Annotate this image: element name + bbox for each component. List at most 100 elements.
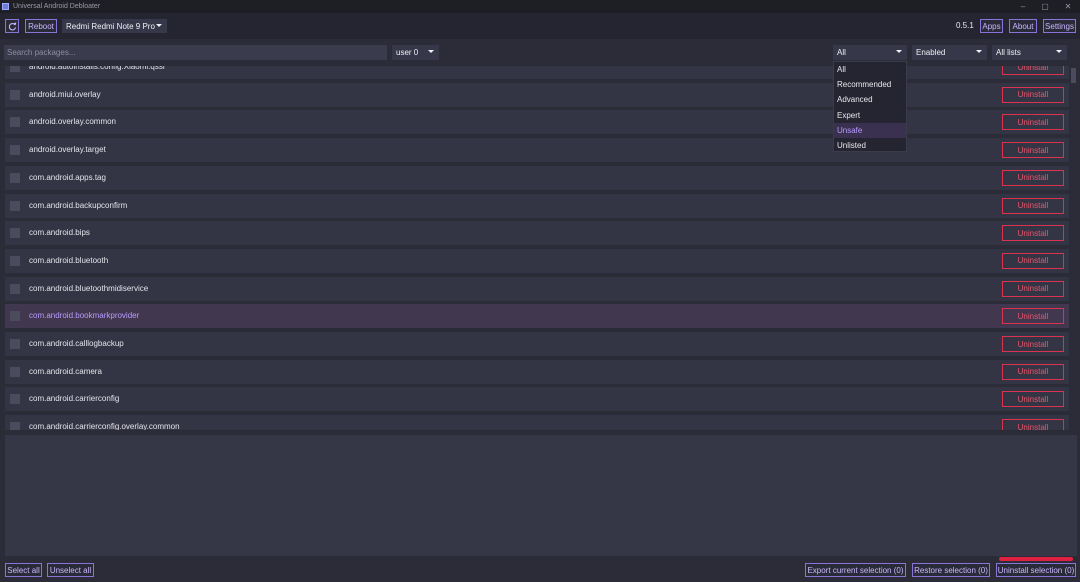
package-checkbox[interactable] — [10, 394, 20, 405]
package-name: com.android.bluetooth — [29, 255, 109, 265]
description-pane — [5, 435, 1077, 556]
package-name: android.overlay.common — [29, 117, 117, 127]
uninstall-button[interactable]: Uninstall — [1002, 66, 1064, 75]
state-select-value: Enabled — [916, 48, 946, 57]
minimize-icon[interactable]: – — [1012, 0, 1034, 13]
uninstall-selection-button[interactable]: Uninstall selection (0) — [996, 563, 1076, 577]
package-row[interactable]: android.overlay.common Uninstall — [5, 110, 1069, 135]
package-row[interactable]: com.android.bluetoothmidiservice Uninstal… — [5, 276, 1069, 301]
package-row[interactable]: com.android.camera Uninstall — [5, 359, 1069, 384]
uninstall-button[interactable]: Uninstall — [1002, 169, 1064, 186]
uninstall-button[interactable]: Uninstall — [1002, 114, 1064, 131]
package-checkbox[interactable] — [10, 228, 20, 239]
uninstall-button[interactable]: Uninstall — [1002, 252, 1064, 269]
dropdown-option-recommended[interactable]: Recommended — [834, 77, 906, 92]
settings-button[interactable]: Settings — [1043, 19, 1076, 33]
list-scrollbar[interactable] — [1071, 68, 1076, 83]
removal-select[interactable]: All — [833, 45, 907, 60]
package-row[interactable]: android.autoinstalls.config.Xiaomi.qssi U… — [5, 66, 1069, 79]
chevron-down-icon — [896, 50, 902, 53]
package-row[interactable]: com.android.backupconfirm Uninstall — [5, 193, 1069, 218]
package-checkbox[interactable] — [10, 339, 20, 349]
dropdown-option-advanced[interactable]: Advanced — [834, 92, 906, 107]
uninstall-button[interactable]: Uninstall — [1002, 336, 1064, 352]
user-select-value: user 0 — [396, 48, 419, 57]
package-list: android.autoinstalls.config.Xiaomi.qssi U… — [0, 66, 1070, 430]
state-select[interactable]: Enabled — [912, 45, 987, 60]
export-selection-button[interactable]: Export current selection (0) — [805, 563, 906, 577]
package-name: com.android.apps.tag — [29, 172, 106, 182]
package-name: com.android.calllogbackup — [29, 339, 124, 348]
list-select-value: All lists — [996, 48, 1021, 57]
package-checkbox[interactable] — [10, 117, 20, 128]
uninstall-button[interactable]: Uninstall — [1002, 280, 1064, 297]
package-checkbox[interactable] — [10, 89, 20, 100]
package-row[interactable]: com.android.bluetooth Uninstall — [5, 248, 1069, 273]
maximize-icon[interactable]: ▢ — [1034, 0, 1056, 13]
version-label: 0.5.1 — [956, 21, 974, 30]
package-row[interactable]: com.android.bookmarkprovider Uninstall — [5, 304, 1069, 329]
package-name: com.android.bookmarkprovider — [29, 311, 140, 321]
dropdown-option-all[interactable]: All — [834, 62, 906, 77]
window-title: Universal Android Debloater — [13, 3, 101, 10]
device-select[interactable]: Redmi Redmi Note 9 Pro — [62, 19, 167, 33]
uninstall-button[interactable]: Uninstall — [1002, 391, 1064, 408]
package-name: android.overlay.target — [29, 145, 106, 155]
package-row[interactable]: com.android.carrierconfig.overlay.common… — [5, 415, 1069, 430]
dropdown-option-unsafe[interactable]: Unsafe — [834, 122, 906, 138]
user-select[interactable]: user 0 — [392, 45, 439, 60]
package-name: com.android.bluetoothmidiservice — [29, 283, 149, 293]
package-name: com.android.camera — [29, 366, 102, 376]
package-row[interactable]: android.overlay.target Uninstall — [5, 138, 1069, 163]
dropdown-option-expert[interactable]: Expert — [834, 108, 906, 123]
dropdown-option-unlisted[interactable]: Unlisted — [834, 138, 906, 153]
uninstall-indicator — [999, 557, 1073, 561]
package-row[interactable]: com.android.carrierconfig Uninstall — [5, 387, 1069, 412]
chevron-down-icon — [1056, 50, 1062, 53]
window-titlebar: Universal Android Debloater — [0, 0, 1080, 13]
removal-dropdown-menu: All Recommended Advanced Expert Unsafe Unlist… — [833, 61, 907, 152]
about-button[interactable]: About — [1009, 19, 1037, 33]
uninstall-button[interactable]: Uninstall — [1002, 363, 1064, 380]
package-checkbox[interactable] — [10, 255, 20, 266]
package-checkbox[interactable] — [10, 200, 20, 211]
apps-button[interactable]: Apps — [980, 19, 1003, 33]
package-name: android.miui.overlay — [29, 89, 101, 99]
close-icon[interactable]: ✕ — [1057, 0, 1079, 13]
package-row[interactable]: android.miui.overlay Uninstall — [5, 82, 1069, 107]
package-checkbox[interactable] — [10, 283, 20, 294]
uninstall-button[interactable]: Uninstall — [1002, 197, 1064, 214]
restore-selection-button[interactable]: Restore selection (0) — [912, 563, 990, 577]
package-row[interactable]: com.android.apps.tag Uninstall — [5, 165, 1069, 190]
device-select-value: Redmi Redmi Note 9 Pro — [66, 21, 155, 31]
search-input[interactable]: Search packages... — [4, 45, 387, 60]
uninstall-button[interactable]: Uninstall — [1002, 419, 1064, 430]
package-name: com.android.carrierconfig.overlay.common — [29, 422, 180, 430]
package-name: android.autoinstalls.config.Xiaomi.qssi — [29, 66, 165, 71]
chevron-down-icon — [976, 50, 982, 53]
package-name: com.android.carrierconfig — [29, 394, 120, 404]
package-checkbox[interactable] — [10, 172, 20, 183]
uninstall-button[interactable]: Uninstall — [1002, 225, 1064, 242]
chevron-down-icon — [428, 50, 434, 53]
package-checkbox[interactable] — [10, 366, 20, 377]
package-name: com.android.bips — [29, 228, 90, 238]
refresh-button[interactable] — [5, 19, 19, 33]
uninstall-button[interactable]: Uninstall — [1002, 142, 1064, 159]
package-row[interactable]: com.android.calllogbackup Uninstall — [5, 332, 1069, 356]
unselect-all-button[interactable]: Unselect all — [47, 563, 94, 577]
package-checkbox[interactable] — [10, 311, 20, 322]
removal-select-value: All — [837, 48, 846, 57]
app-icon — [2, 3, 9, 10]
select-all-button[interactable]: Select all — [5, 563, 42, 577]
list-select[interactable]: All lists — [992, 45, 1067, 60]
package-row[interactable]: com.android.bips Uninstall — [5, 221, 1069, 246]
uninstall-button[interactable]: Uninstall — [1002, 308, 1064, 325]
uninstall-button[interactable]: Uninstall — [1002, 86, 1064, 103]
reboot-button[interactable]: Reboot — [25, 19, 57, 33]
package-name: com.android.backupconfirm — [29, 200, 128, 210]
package-checkbox[interactable] — [10, 66, 20, 72]
chevron-down-icon — [156, 24, 162, 27]
package-checkbox[interactable] — [10, 422, 20, 430]
package-checkbox[interactable] — [10, 145, 20, 156]
